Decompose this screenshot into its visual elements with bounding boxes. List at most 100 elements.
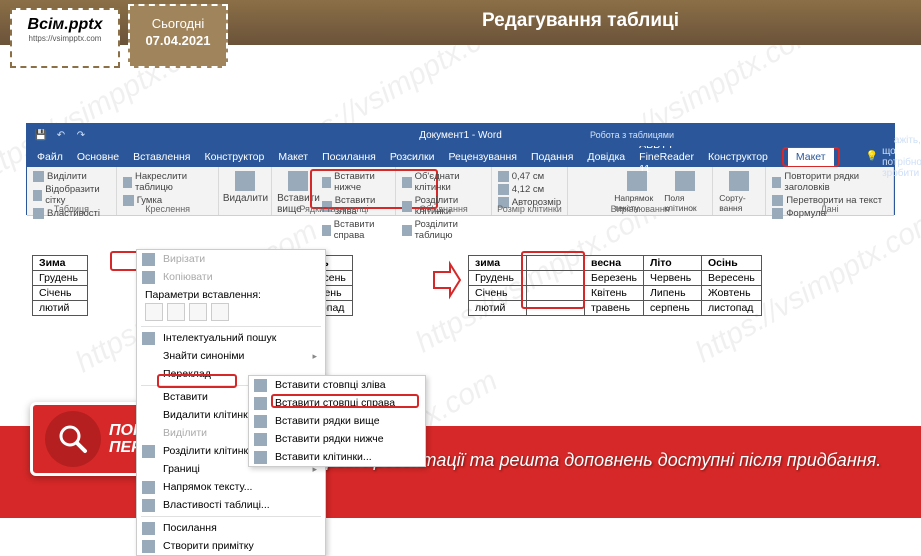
insert-col-right-icon [254, 397, 267, 410]
tab-table-layout[interactable]: Макет [788, 148, 834, 166]
cell-margins-icon [675, 171, 695, 191]
tab-home[interactable]: Основне [77, 151, 119, 163]
insert-right-icon [322, 225, 330, 236]
insert-right-button[interactable]: Вставити справа [322, 219, 389, 241]
insert-row-below-icon [254, 433, 267, 446]
sub-cells[interactable]: Вставити клітинки... [249, 448, 425, 466]
split-table-button[interactable]: Розділити таблицю [402, 219, 484, 241]
draw-table-button[interactable]: Накреслити таблицю [123, 171, 213, 193]
ribbon-group-sort: Сорту-вання [713, 167, 766, 215]
ribbon-tabs: Файл Основне Вставлення Конструктор Маке… [27, 146, 894, 167]
tab-insert[interactable]: Вставлення [133, 151, 190, 163]
chevron-right-icon: ▸ [312, 351, 317, 362]
logo-url: https://vsimpptx.com [12, 34, 118, 43]
doc-title: Документ1 - Word [419, 130, 502, 141]
word-window: 💾 ↶ ↷ Документ1 - Word Робота з таблицям… [26, 123, 895, 215]
ctx-link[interactable]: Посилання [137, 519, 325, 537]
paste-icon[interactable] [167, 303, 185, 321]
tables-area: Зима Грудень Січень лютий сеньОсінь сень… [32, 255, 889, 415]
tab-layout[interactable]: Макет [278, 151, 308, 163]
tab-table-design[interactable]: Конструктор [708, 151, 768, 163]
text-direction-icon [627, 171, 647, 191]
comment-icon [142, 540, 155, 553]
repeat-headers-button[interactable]: Повторити рядки заголовків [772, 171, 887, 193]
logo-box: Всім.pptx https://vsimpptx.com [10, 8, 120, 68]
height-icon [498, 171, 509, 182]
split-table-icon [402, 225, 411, 236]
ctx-smart-lookup[interactable]: Інтелектуальний пошук [137, 329, 325, 347]
sub-rows-above[interactable]: Вставити рядки вище [249, 412, 425, 430]
insert-below-button[interactable]: Вставити нижче [322, 171, 389, 193]
table-after: зима весна Літо Осінь ГруденьБерезеньЧер… [468, 255, 762, 316]
highlight-new-column [521, 251, 585, 309]
context-tab-group: Робота з таблицями [590, 130, 674, 140]
insert-below-icon [322, 177, 331, 188]
ctx-table-props[interactable]: Властивості таблиці... [137, 496, 325, 514]
delete-table-icon [235, 171, 255, 191]
insert-row-above-icon [254, 415, 267, 428]
insert-above-icon [288, 171, 308, 191]
link-icon [142, 522, 155, 535]
delete-button[interactable]: Видалити [225, 171, 265, 204]
ribbon-group-draw: Накреслити таблицю Гумка Креслення [117, 167, 220, 215]
save-icon[interactable]: 💾 [35, 129, 47, 141]
repeat-icon [772, 177, 781, 188]
undo-icon[interactable]: ↶ [55, 129, 67, 141]
merge-icon [402, 177, 411, 188]
sort-icon [729, 171, 749, 191]
paste-icon[interactable] [145, 303, 163, 321]
page-title: Редагування таблиці [240, 10, 921, 32]
select-button[interactable]: Виділити [33, 171, 110, 182]
ctx-copy[interactable]: Копіювати [137, 268, 325, 286]
align-grid[interactable] [574, 171, 610, 173]
gridlines-button[interactable]: Відобразити сітку [33, 184, 110, 206]
paste-icon[interactable] [189, 303, 207, 321]
row-height[interactable]: 0,47 см [498, 171, 561, 182]
tab-review[interactable]: Рецензування [449, 151, 517, 163]
col-width[interactable]: 4,12 см [498, 184, 561, 195]
logo-main: Всім.pptx [12, 16, 118, 34]
paste-icon[interactable] [211, 303, 229, 321]
date-box: Сьогодні 07.04.2021 [128, 4, 228, 68]
ctx-text-direction[interactable]: Напрямок тексту... [137, 478, 325, 496]
tab-help[interactable]: Довідка [587, 151, 625, 163]
sub-cols-right[interactable]: Вставити стовпці справа [249, 394, 425, 412]
tab-file[interactable]: Файл [37, 151, 63, 163]
pencil-icon [123, 177, 132, 188]
date-label: Сьогодні [130, 16, 226, 31]
lightbulb-icon: 💡 [866, 151, 878, 162]
tab-references[interactable]: Посилання [322, 151, 376, 163]
table-row: Грудень [33, 271, 88, 286]
insert-col-left-icon [254, 379, 267, 392]
highlight-tab-layout: Макет [782, 147, 840, 167]
table-row: Січень [33, 286, 88, 301]
ribbon-group-data: Повторити рядки заголовків Перетворити н… [766, 167, 894, 215]
table-props-icon [142, 499, 155, 512]
copy-icon [142, 271, 155, 284]
insert-submenu: Вставити стовпці зліва Вставити стовпці … [248, 375, 426, 467]
sort-button[interactable]: Сорту-вання [719, 171, 759, 213]
ribbon-group-align: Напрямок тексту Поля клітинок Вирівнюван… [568, 167, 713, 215]
grid-icon [33, 190, 42, 201]
ribbon: Виділити Відобразити сітку Властивості Т… [27, 167, 894, 216]
tab-view[interactable]: Подання [531, 151, 573, 163]
arrow-icon [432, 260, 462, 300]
ctx-synonyms[interactable]: Знайти синоніми▸ [137, 347, 325, 365]
cut-icon [142, 253, 155, 266]
ctx-cut[interactable]: Вирізати [137, 250, 325, 268]
tab-mailings[interactable]: Розсилки [390, 151, 435, 163]
sub-rows-below[interactable]: Вставити рядки нижче [249, 430, 425, 448]
tab-design[interactable]: Конструктор [204, 151, 264, 163]
table-row: лютий [33, 301, 88, 316]
ctx-comment[interactable]: Створити примітку [137, 537, 325, 555]
redo-icon[interactable]: ↷ [75, 129, 87, 141]
direction-icon [142, 481, 155, 494]
th-winter: Зима [33, 256, 88, 271]
sub-cols-left[interactable]: Вставити стовпці зліва [249, 376, 425, 394]
merge-cells-button[interactable]: Об'єднати клітинки [402, 171, 484, 193]
ribbon-group-rows-cols: Вставити вище Вставити нижче Вставити зл… [272, 167, 396, 215]
date-value: 07.04.2021 [130, 33, 226, 48]
ribbon-group-cellsize: 0,47 см 4,12 см Авторозмір Розмір клітин… [492, 167, 568, 215]
ribbon-group-merge: Об'єднати клітинки Розділити клітинки Ро… [396, 167, 491, 215]
width-icon [498, 184, 509, 195]
